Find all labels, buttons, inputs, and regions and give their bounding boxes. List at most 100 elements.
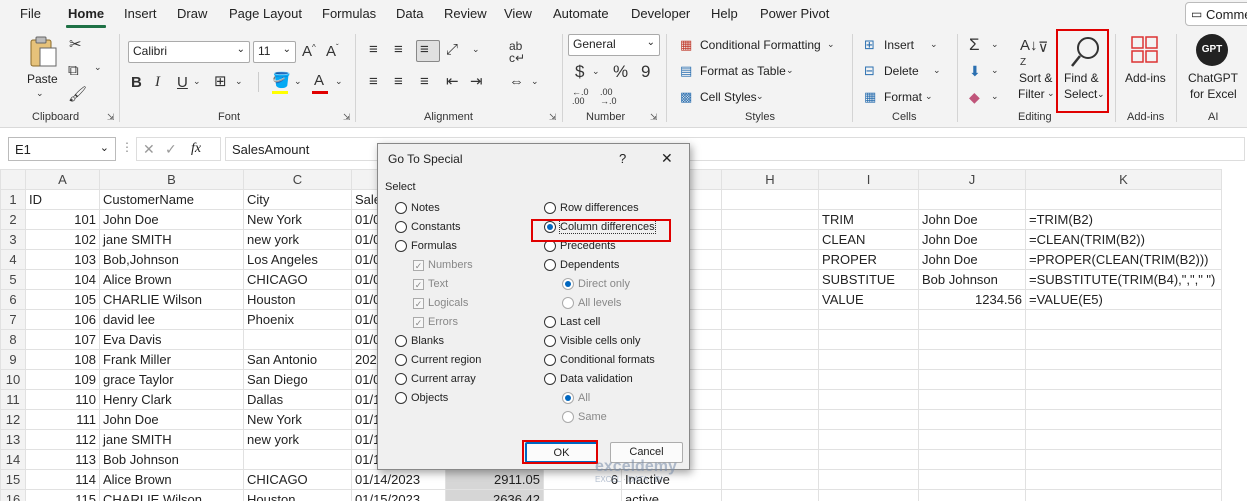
cell-k[interactable] — [1025, 389, 1222, 410]
cell-a[interactable]: 112 — [25, 429, 100, 450]
cell-h[interactable] — [721, 369, 819, 390]
menu-data[interactable]: Data — [396, 6, 423, 21]
dialog-launcher-icon[interactable]: ⇲ — [549, 112, 557, 123]
cell-c[interactable]: Phoenix — [243, 309, 352, 330]
increase-decimal-icon[interactable]: ←.0.00 — [572, 88, 589, 106]
cell-b[interactable]: Alice Brown — [99, 469, 244, 490]
menu-insert[interactable]: Insert — [124, 6, 157, 21]
align-middle-icon[interactable]: ≡ — [394, 42, 403, 57]
option-current-array[interactable]: Current array — [395, 373, 476, 385]
row-header[interactable]: 6 — [0, 289, 26, 310]
cell-i[interactable] — [818, 449, 919, 470]
option-validation-same[interactable]: Same — [562, 411, 607, 423]
cell-i[interactable] — [818, 389, 919, 410]
select-all-corner[interactable] — [0, 169, 26, 190]
cell-i[interactable]: CLEAN — [818, 229, 919, 250]
cell-i[interactable] — [818, 489, 919, 501]
row-header[interactable]: 11 — [0, 389, 26, 410]
checkbox-numbers[interactable]: ✓ Numbers — [413, 259, 473, 271]
row-header[interactable]: 7 — [0, 309, 26, 330]
cell-c[interactable] — [243, 449, 352, 470]
insert-function-icon[interactable]: fx — [191, 141, 201, 157]
cell-b[interactable]: jane SMITH — [99, 429, 244, 450]
cell-c[interactable]: San Diego — [243, 369, 352, 390]
confirm-entry-icon[interactable]: ✓ — [165, 141, 177, 158]
cell-h[interactable] — [721, 189, 819, 210]
cell-styles-button[interactable]: Cell Styles — [700, 90, 757, 104]
chevron-down-icon[interactable]: ⌄ — [94, 63, 102, 72]
cell-i[interactable] — [818, 429, 919, 450]
align-center-icon[interactable]: ≡ — [394, 74, 403, 89]
cell-k[interactable]: =PROPER(CLEAN(TRIM(B2))) — [1025, 249, 1222, 270]
cell-c[interactable]: Dallas — [243, 389, 352, 410]
row-header[interactable]: 8 — [0, 329, 26, 350]
cell-d[interactable]: 01/14/2023 — [351, 469, 446, 490]
cell-b[interactable]: John Doe — [99, 209, 244, 230]
name-box[interactable]: E1 ⌄ — [8, 137, 116, 161]
cell-a[interactable]: 104 — [25, 269, 100, 290]
option-row-differences[interactable]: Row differences — [544, 202, 639, 214]
close-icon[interactable]: ✕ — [661, 150, 673, 167]
format-as-table-button[interactable]: Format as Table — [700, 64, 786, 78]
checkbox-text[interactable]: ✓ Text — [413, 278, 448, 290]
cell-b[interactable]: Alice Brown — [99, 269, 244, 290]
chevron-down-icon[interactable]: ⌄ — [827, 40, 835, 49]
font-name-select[interactable]: Calibri ⌄ — [128, 41, 250, 63]
cell-b[interactable]: Henry Clark — [99, 389, 244, 410]
cell-g[interactable]: active — [621, 489, 722, 501]
increase-font-icon[interactable]: A^ — [302, 44, 316, 60]
cell-c[interactable]: San Antonio — [243, 349, 352, 370]
cell-c[interactable]: Houston — [243, 289, 352, 310]
column-header[interactable]: H — [721, 169, 819, 190]
column-header[interactable]: A — [25, 169, 100, 190]
cell-k[interactable] — [1025, 449, 1222, 470]
option-last-cell[interactable]: Last cell — [544, 316, 600, 328]
cell-k[interactable] — [1025, 309, 1222, 330]
row-header[interactable]: 3 — [0, 229, 26, 250]
paste-button[interactable] — [28, 36, 58, 68]
cell-h[interactable] — [721, 489, 819, 501]
cell-j[interactable] — [918, 409, 1026, 430]
row-header[interactable]: 16 — [0, 489, 26, 501]
borders-icon[interactable]: ⊞ — [214, 74, 227, 89]
cell-a[interactable]: 103 — [25, 249, 100, 270]
cell-b[interactable]: CHARLIE Wilson — [99, 289, 244, 310]
cell-j[interactable] — [918, 389, 1026, 410]
row-header[interactable]: 5 — [0, 269, 26, 290]
cell-j[interactable] — [918, 429, 1026, 450]
cell-h[interactable] — [721, 409, 819, 430]
format-cells-button[interactable]: Format — [884, 90, 922, 104]
percent-icon[interactable]: % — [613, 63, 628, 80]
column-header[interactable]: B — [99, 169, 244, 190]
chevron-down-icon[interactable]: ⌄ — [930, 40, 938, 49]
clear-icon[interactable]: ◆ — [969, 90, 980, 104]
chevron-down-icon[interactable]: ⌄ — [592, 67, 600, 76]
row-header[interactable]: 4 — [0, 249, 26, 270]
cell-i[interactable]: PROPER — [818, 249, 919, 270]
cell-a[interactable]: 105 — [25, 289, 100, 310]
cell-h[interactable] — [721, 269, 819, 290]
cell-k[interactable] — [1025, 409, 1222, 430]
align-top-icon[interactable]: ≡ — [369, 42, 378, 57]
cell-b[interactable]: jane SMITH — [99, 229, 244, 250]
cell-a[interactable]: 114 — [25, 469, 100, 490]
chevron-down-icon[interactable]: ⌄ — [991, 92, 999, 101]
row-header[interactable]: 2 — [0, 209, 26, 230]
chevron-down-icon[interactable]: ⌄ — [925, 92, 933, 101]
decrease-indent-icon[interactable]: ⇤ — [446, 74, 459, 89]
cell-i[interactable] — [818, 409, 919, 430]
option-visible-cells-only[interactable]: Visible cells only — [544, 335, 641, 347]
chevron-down-icon[interactable]: ⌄ — [991, 66, 999, 75]
cell-c[interactable] — [243, 329, 352, 350]
cell-a[interactable]: 110 — [25, 389, 100, 410]
merge-center-icon[interactable]: ⇔ — [509, 74, 524, 89]
option-dependents[interactable]: Dependents — [544, 259, 619, 271]
option-conditional-formats[interactable]: Conditional formats — [544, 354, 655, 366]
option-direct-only[interactable]: Direct only — [562, 278, 630, 290]
fill-color-icon[interactable]: 🪣 — [272, 73, 291, 88]
cell-a[interactable]: 109 — [25, 369, 100, 390]
chevron-down-icon[interactable]: ⌄ — [933, 66, 941, 75]
cell-b[interactable]: John Doe — [99, 409, 244, 430]
cell-j[interactable] — [918, 489, 1026, 501]
cell-i[interactable] — [818, 329, 919, 350]
